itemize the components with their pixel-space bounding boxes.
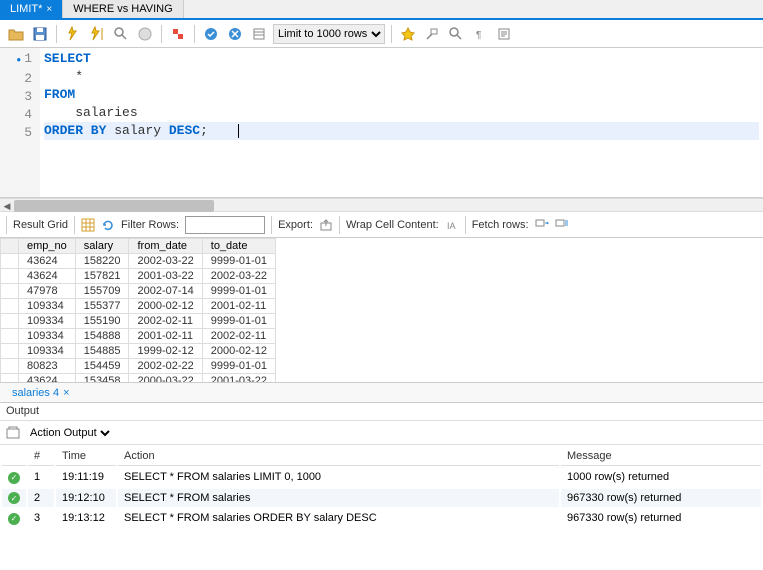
col-header[interactable]: emp_no — [19, 239, 76, 254]
wrap-cell-icon[interactable]: IA — [445, 218, 459, 232]
tab-label: LIMIT* — [10, 3, 42, 15]
refresh-icon[interactable] — [101, 218, 115, 232]
col-message: Message — [561, 447, 761, 466]
col-header[interactable]: from_date — [129, 239, 202, 254]
separator — [339, 216, 340, 234]
table-row[interactable]: 1093341553772000-02-122001-02-11 — [1, 299, 276, 314]
grid-icon[interactable] — [81, 218, 95, 232]
scroll-left-icon[interactable]: ◀ — [0, 199, 14, 213]
close-icon[interactable]: × — [46, 4, 52, 15]
toggle-autocommit-button[interactable] — [168, 24, 188, 44]
execute-button[interactable] — [63, 24, 83, 44]
status-ok-icon: ✓ — [8, 472, 20, 484]
separator — [465, 216, 466, 234]
output-row[interactable]: ✓ 2 19:12:10 SELECT * FROM salaries 9673… — [2, 489, 761, 508]
separator — [161, 25, 162, 43]
fetch-all-icon[interactable] — [555, 219, 569, 231]
horizontal-scrollbar[interactable]: ◀ — [0, 198, 763, 212]
separator — [74, 216, 75, 234]
toggle-invisible-button[interactable]: ¶ — [470, 24, 490, 44]
output-table: # Time Action Message ✓ 1 19:11:19 SELEC… — [0, 445, 763, 530]
output-type-select[interactable]: Action Output — [26, 426, 113, 440]
code-area[interactable]: SELECT *FROM salariesORDER BY salary DES… — [40, 48, 763, 197]
separator — [194, 25, 195, 43]
output-row[interactable]: ✓ 1 19:11:19 SELECT * FROM salaries LIMI… — [2, 468, 761, 487]
toolbar: Limit to 1000 rows ¶ — [0, 20, 763, 48]
table-row[interactable]: 436241578212001-03-222002-03-22 — [1, 269, 276, 284]
table-row[interactable]: 1093341551902002-02-119999-01-01 — [1, 314, 276, 329]
commit-button[interactable] — [201, 24, 221, 44]
result-grid-label: Result Grid — [13, 219, 68, 231]
col-header[interactable]: to_date — [202, 239, 275, 254]
output-header: Output — [0, 403, 763, 421]
wrap-button[interactable] — [494, 24, 514, 44]
toggle-limit-button[interactable] — [249, 24, 269, 44]
result-subtabs: salaries 4 × — [0, 383, 763, 403]
status-ok-icon: ✓ — [8, 513, 20, 525]
filter-rows-label: Filter Rows: — [121, 219, 179, 231]
export-icon[interactable] — [319, 218, 333, 232]
table-row[interactable]: 1093341548851999-02-122000-02-12 — [1, 344, 276, 359]
separator — [6, 216, 7, 234]
subtab-salaries[interactable]: salaries 4 × — [4, 383, 78, 402]
fetch-next-icon[interactable] — [535, 219, 549, 231]
table-row[interactable]: 436241582202002-03-229999-01-01 — [1, 254, 276, 269]
scroll-thumb[interactable] — [14, 200, 214, 212]
separator — [56, 25, 57, 43]
col-header[interactable]: salary — [75, 239, 129, 254]
close-icon[interactable]: × — [63, 387, 69, 399]
separator — [391, 25, 392, 43]
tab-where-having[interactable]: WHERE vs HAVING — [63, 0, 183, 18]
find-button[interactable] — [422, 24, 442, 44]
result-grid[interactable]: emp_nosalaryfrom_dateto_date436241582202… — [0, 238, 763, 383]
sql-editor[interactable]: ●12345 SELECT *FROM salariesORDER BY sal… — [0, 48, 763, 198]
separator — [271, 216, 272, 234]
execute-current-button[interactable] — [87, 24, 107, 44]
editor-tabs: LIMIT* × WHERE vs HAVING — [0, 0, 763, 20]
output-toolbar: Action Output — [0, 421, 763, 445]
result-toolbar: Result Grid Filter Rows: Export: Wrap Ce… — [0, 212, 763, 238]
explain-button[interactable] — [111, 24, 131, 44]
col-num: # — [28, 447, 54, 466]
output-row[interactable]: ✓ 3 19:13:12 SELECT * FROM salaries ORDE… — [2, 509, 761, 528]
col-action: Action — [118, 447, 559, 466]
stop-button[interactable] — [135, 24, 155, 44]
subtab-label: salaries 4 — [12, 387, 59, 399]
output-panel-icon[interactable] — [6, 426, 20, 440]
tab-limit[interactable]: LIMIT* × — [0, 0, 63, 18]
table-row[interactable]: 808231544592002-02-229999-01-01 — [1, 359, 276, 374]
svg-text:IA: IA — [447, 221, 456, 231]
table-row[interactable]: 479781557092002-07-149999-01-01 — [1, 284, 276, 299]
wrap-cell-label: Wrap Cell Content: — [346, 219, 439, 231]
table-row[interactable]: 1093341548882001-02-112002-02-11 — [1, 329, 276, 344]
line-gutter: ●12345 — [0, 48, 40, 197]
tab-label: WHERE vs HAVING — [73, 3, 172, 15]
limit-rows-select[interactable]: Limit to 1000 rows — [273, 24, 385, 44]
filter-rows-input[interactable] — [185, 216, 265, 234]
beautify-button[interactable] — [398, 24, 418, 44]
table-row[interactable]: 436241534582000-03-222001-03-22 — [1, 374, 276, 384]
svg-text:¶: ¶ — [476, 30, 481, 41]
export-label: Export: — [278, 219, 313, 231]
save-button[interactable] — [30, 24, 50, 44]
open-button[interactable] — [6, 24, 26, 44]
search-button[interactable] — [446, 24, 466, 44]
status-ok-icon: ✓ — [8, 492, 20, 504]
col-time: Time — [56, 447, 116, 466]
rollback-button[interactable] — [225, 24, 245, 44]
fetch-rows-label: Fetch rows: — [472, 219, 529, 231]
